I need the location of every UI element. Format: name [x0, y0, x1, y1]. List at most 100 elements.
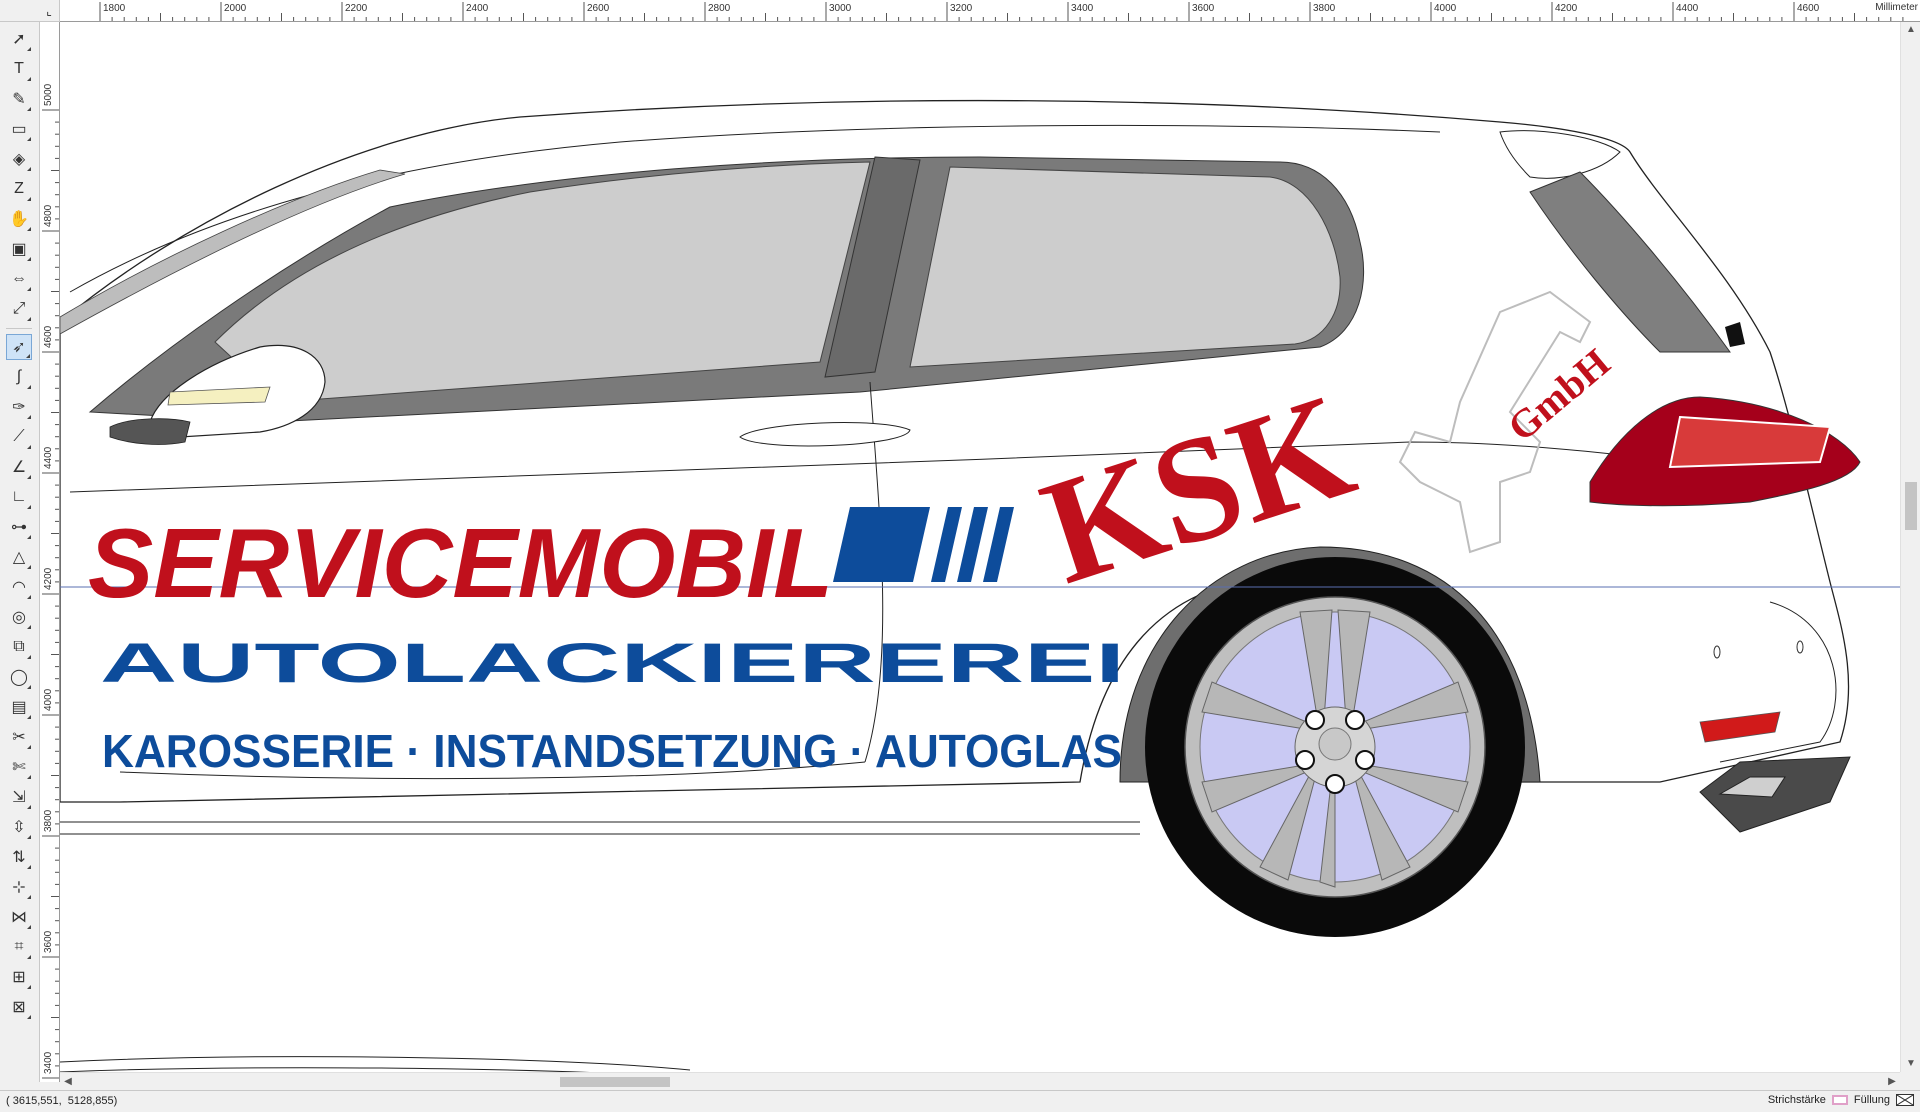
distribute-tool[interactable]: ⇅ [6, 844, 32, 870]
text-tool-icon: T [14, 60, 24, 77]
flyout-indicator-icon [27, 805, 31, 809]
eyedropper-tool[interactable]: ⤢ [6, 296, 32, 322]
interactive-fill-tool-icon: ◈ [12, 151, 26, 168]
triangle-tool[interactable]: △ [6, 544, 32, 570]
dimension-tool-icon: ⇔ [11, 270, 27, 287]
flyout-indicator-icon [27, 107, 31, 111]
transform-tool-icon: ⇲ [12, 789, 26, 806]
cursor-coordinates: ( 3615,551, 5128,855) [6, 1095, 118, 1107]
extrude-tool-icon: ✂ [12, 729, 26, 746]
v-ruler-label: 3600 [43, 930, 54, 953]
transform-tool[interactable]: ⇲ [6, 784, 32, 810]
zoom-tool-icon: ⊞ [12, 969, 26, 986]
crop-tool[interactable]: ✄ [6, 754, 32, 780]
scroll-left-icon[interactable]: ◀ [60, 1073, 76, 1091]
angle-tool[interactable]: ∠ [6, 454, 32, 480]
h-ruler-label: 4400 [1676, 3, 1699, 14]
vertical-ruler[interactable]: 5000 4800 4600 4400 4200 4000 3800 3600 3400 [40, 22, 60, 1082]
polyline-tool-icon: ⟋ [13, 428, 25, 445]
blend-tool-icon: ⧉ [13, 638, 25, 655]
horizontal-scroll-thumb[interactable] [560, 1077, 670, 1087]
snap-tool[interactable]: ⋈ [6, 904, 32, 930]
fountain-fill-tool-icon: Z [14, 180, 24, 197]
distribute-tool-icon: ⇅ [12, 849, 26, 866]
hand-tool[interactable]: ⊠ [6, 994, 32, 1020]
fill-label: Füllung [1853, 1094, 1890, 1106]
vertical-scroll-thumb[interactable] [1905, 482, 1917, 530]
ruler-origin-icon[interactable]: ⌞ [42, 4, 56, 18]
flyout-indicator-icon [27, 955, 31, 959]
h-ruler-label: 3800 [1313, 3, 1336, 14]
envelope-tool[interactable]: ▤ [6, 694, 32, 720]
scroll-up-icon[interactable]: ▲ [1901, 22, 1920, 38]
shape-tool[interactable]: ▣ [6, 236, 32, 262]
dimension-tool[interactable]: ⇔ [6, 266, 32, 292]
car-livery-drawing[interactable]: SERVICEMOBIL KSK GmbH AUTOLACKIEREREI KA… [60, 22, 1900, 1072]
flyout-indicator-icon [27, 865, 31, 869]
bezier-tool-icon: ∫ [16, 368, 22, 385]
pick-tool[interactable]: ➚ [6, 26, 32, 52]
polyline-tool[interactable]: ⟋ [6, 424, 32, 450]
flyout-indicator-icon [27, 77, 31, 81]
toolbox-separator [6, 328, 32, 329]
node-edit-tool[interactable]: ➶ [6, 334, 32, 360]
blend-tool[interactable]: ⧉ [6, 634, 32, 660]
contour-tool[interactable]: ◯ [6, 664, 32, 690]
text-tool[interactable]: T [6, 56, 32, 82]
horizontal-ruler[interactable]: 1800 2000 2200 2400 2600 2800 3000 3200 3400 3600… [60, 0, 1920, 22]
vertical-scrollbar[interactable]: ▲ ▼ [1900, 22, 1920, 1072]
horizontal-scrollbar[interactable]: ◀ ▶ [60, 1072, 1900, 1090]
hub-center [1318, 727, 1352, 761]
flyout-indicator-icon [27, 415, 31, 419]
flyout-indicator-icon [27, 985, 31, 989]
corner-tool[interactable]: ∟ [6, 484, 32, 510]
pen-tool[interactable]: ✑ [6, 394, 32, 420]
flyout-indicator-icon [27, 685, 31, 689]
arc-tool[interactable]: ◠ [6, 574, 32, 600]
stroke-swatch-icon[interactable] [1831, 1095, 1848, 1105]
mesh-tool[interactable]: ⌗ [6, 934, 32, 960]
headline-text[interactable]: SERVICEMOBIL [88, 508, 833, 618]
services-text[interactable]: KAROSSERIE · INSTANDSETZUNG · AUTOGLAS [102, 725, 1122, 777]
stroke-label: Strichstärke [1767, 1094, 1826, 1106]
weld-tool[interactable]: ⊹ [6, 874, 32, 900]
stroke-fill-indicator[interactable]: Strichstärke Füllung [1768, 1094, 1914, 1106]
toolbox: ➚ T ✎ ▭ ◈ Z ✋ ▣ ⇔ ⤢ ➶ ∫ ✑ ⟋ ∠ ∟ ⊶ △ ◠ ◎ ⧉ ◯ ▤ ✂ ✄ ⇲ ⇳ ⇅ ⊹ ⋈ ⌗ ⊞ ⊠ [0, 22, 40, 1082]
shape-tool-icon: ▣ [11, 241, 27, 258]
scroll-down-icon[interactable]: ▼ [1901, 1056, 1920, 1072]
horizontal-ruler-scale: 1800 2000 2200 2400 2600 2800 3000 3200 3400 3600… [99, 2, 1904, 21]
flyout-indicator-icon [27, 1015, 31, 1019]
flyout-indicator-icon [27, 137, 31, 141]
fountain-fill-tool[interactable]: Z [6, 176, 32, 202]
v-ruler-label: 4000 [43, 688, 54, 711]
align-tool[interactable]: ⇳ [6, 814, 32, 840]
flyout-indicator-icon [27, 565, 31, 569]
freehand-tool[interactable]: ✎ [6, 86, 32, 112]
v-ruler-label: 3400 [43, 1051, 54, 1074]
extrude-tool[interactable]: ✂ [6, 724, 32, 750]
envelope-tool-icon: ▤ [11, 699, 27, 716]
ruler-origin-corner[interactable]: ⌞ [0, 0, 60, 22]
flyout-indicator-icon [27, 505, 31, 509]
v-ruler-label: 4800 [43, 204, 54, 227]
rectangle-tool[interactable]: ▭ [6, 116, 32, 142]
interactive-fill-tool[interactable]: ◈ [6, 146, 32, 172]
drawing-canvas[interactable]: SERVICEMOBIL KSK GmbH AUTOLACKIEREREI KA… [60, 22, 1900, 1072]
connector-tool[interactable]: ⊶ [6, 514, 32, 540]
bezier-tool[interactable]: ∫ [6, 364, 32, 390]
tail-light-inner [1668, 415, 1832, 469]
flyout-indicator-icon [27, 535, 31, 539]
arc-tool-icon: ◠ [12, 579, 26, 596]
subline-text[interactable]: AUTOLACKIEREREI [100, 631, 1125, 694]
corner-tool-icon: ∟ [11, 488, 27, 505]
smear-tool[interactable]: ✋ [6, 206, 32, 232]
scroll-right-icon[interactable]: ▶ [1884, 1073, 1900, 1091]
flyout-indicator-icon [27, 655, 31, 659]
spiral-tool[interactable]: ◎ [6, 604, 32, 630]
contour-tool-icon: ◯ [10, 669, 28, 686]
h-ruler-label: 3200 [950, 3, 973, 14]
fill-swatch-icon[interactable] [1896, 1094, 1914, 1106]
h-ruler-label: 3400 [1071, 3, 1094, 14]
zoom-tool[interactable]: ⊞ [6, 964, 32, 990]
v-ruler-label: 4200 [43, 567, 54, 590]
